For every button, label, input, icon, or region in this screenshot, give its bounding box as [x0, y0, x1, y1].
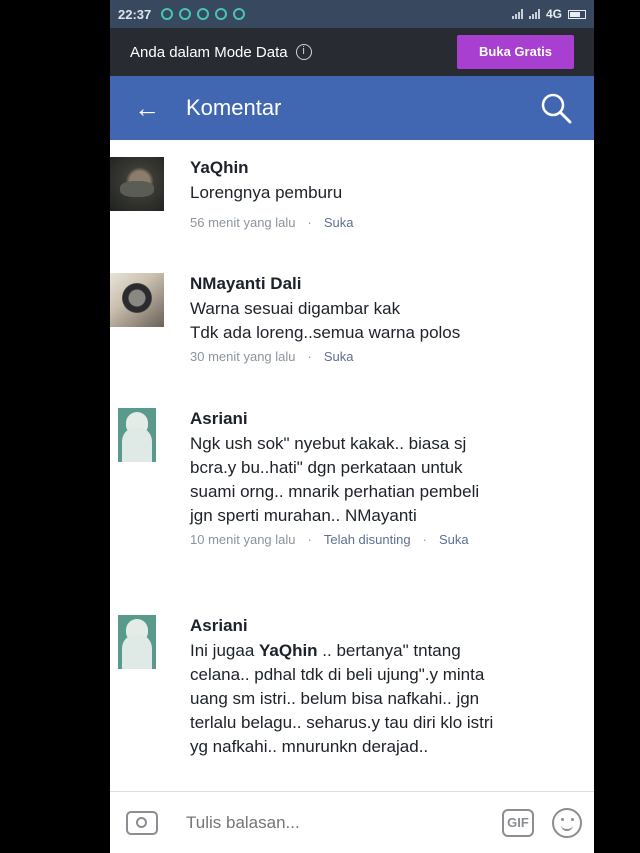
phone-screen: 22:37 4G Anda dalam Mode Data i Buka Gra… [110, 0, 594, 853]
comment-author[interactable]: Asriani [190, 408, 584, 430]
comment-time: 30 menit yang lalu [190, 349, 296, 364]
back-arrow-icon[interactable]: ← [134, 93, 162, 124]
notification-icon [161, 8, 174, 20]
comment-meta: 56 menit yang lalu · Suka [190, 215, 584, 230]
comment-author[interactable]: Asriani [190, 615, 584, 637]
meta-separator: · [422, 532, 427, 547]
edited-label[interactable]: Telah disunting [324, 532, 411, 547]
like-link[interactable]: Suka [324, 215, 354, 230]
comment-item: YaQhin Lorengnya pemburu 56 menit yang l… [110, 157, 584, 230]
battery-icon [568, 9, 586, 19]
notification-icons [161, 8, 246, 20]
info-icon[interactable]: i [295, 44, 312, 60]
meta-separator: · [307, 532, 312, 547]
meta-separator: · [307, 215, 312, 230]
mention-link[interactable]: YaQhin [259, 641, 318, 660]
comment-item: NMayanti Dali Warna sesuai digambar kak … [110, 273, 584, 364]
like-link[interactable]: Suka [324, 349, 354, 364]
comment-time: 56 menit yang lalu [190, 215, 296, 230]
reply-input[interactable] [184, 811, 502, 834]
avatar[interactable] [118, 615, 156, 669]
comment-author[interactable]: NMayanti Dali [190, 273, 584, 295]
data-mode-text: Anda dalam Mode Data [130, 43, 288, 61]
notification-icon [233, 8, 246, 20]
gif-button[interactable]: GIF [502, 808, 534, 837]
camera-icon[interactable] [126, 810, 158, 835]
comment-text-part: Ini jugaa [190, 641, 259, 660]
like-link[interactable]: Suka [439, 532, 469, 547]
meta-separator: · [307, 349, 312, 364]
search-icon[interactable] [540, 92, 572, 124]
emoji-icon[interactable] [552, 807, 582, 838]
comment-text: Ngk ush sok" nyebut kakak.. biasa sj bcr… [190, 434, 480, 525]
notification-icon [215, 8, 228, 20]
open-free-button[interactable]: Buka Gratis [457, 35, 574, 69]
status-bar: 22:37 4G [110, 0, 594, 28]
avatar[interactable] [110, 157, 164, 211]
reply-composer: GIF [110, 791, 594, 853]
avatar[interactable] [110, 273, 164, 327]
comment-time: 10 menit yang lalu [190, 532, 296, 547]
data-mode-bar: Anda dalam Mode Data i Buka Gratis [110, 28, 594, 76]
comment-list: YaQhin Lorengnya pemburu 56 menit yang l… [110, 140, 594, 791]
status-time: 22:37 [118, 6, 152, 22]
avatar[interactable] [118, 408, 156, 462]
comment-item: Asriani Ngk ush sok" nyebut kakak.. bias… [118, 408, 584, 547]
signal-icon [511, 9, 523, 19]
comment-text: Lorengnya pemburu [190, 183, 343, 202]
notification-icon [197, 8, 210, 20]
notification-icon [179, 8, 192, 20]
comment-text: Ini jugaa YaQhin .. bertanya" tntang cel… [190, 639, 508, 759]
status-indicators: 4G [511, 7, 586, 21]
comment-meta: 10 menit yang lalu · Telah disunting · S… [190, 532, 584, 547]
comment-meta: 30 menit yang lalu · Suka [190, 349, 584, 364]
comment-author[interactable]: YaQhin [190, 157, 584, 179]
signal-icon [528, 9, 540, 19]
comment-item: Asriani Ini jugaa YaQhin .. bertanya" tn… [118, 615, 584, 759]
header: ← Komentar [110, 76, 594, 140]
page-title: Komentar [186, 95, 282, 120]
network-type: 4G [545, 7, 562, 21]
comment-text: Warna sesuai digambar kak Tdk ada loreng… [190, 299, 461, 342]
